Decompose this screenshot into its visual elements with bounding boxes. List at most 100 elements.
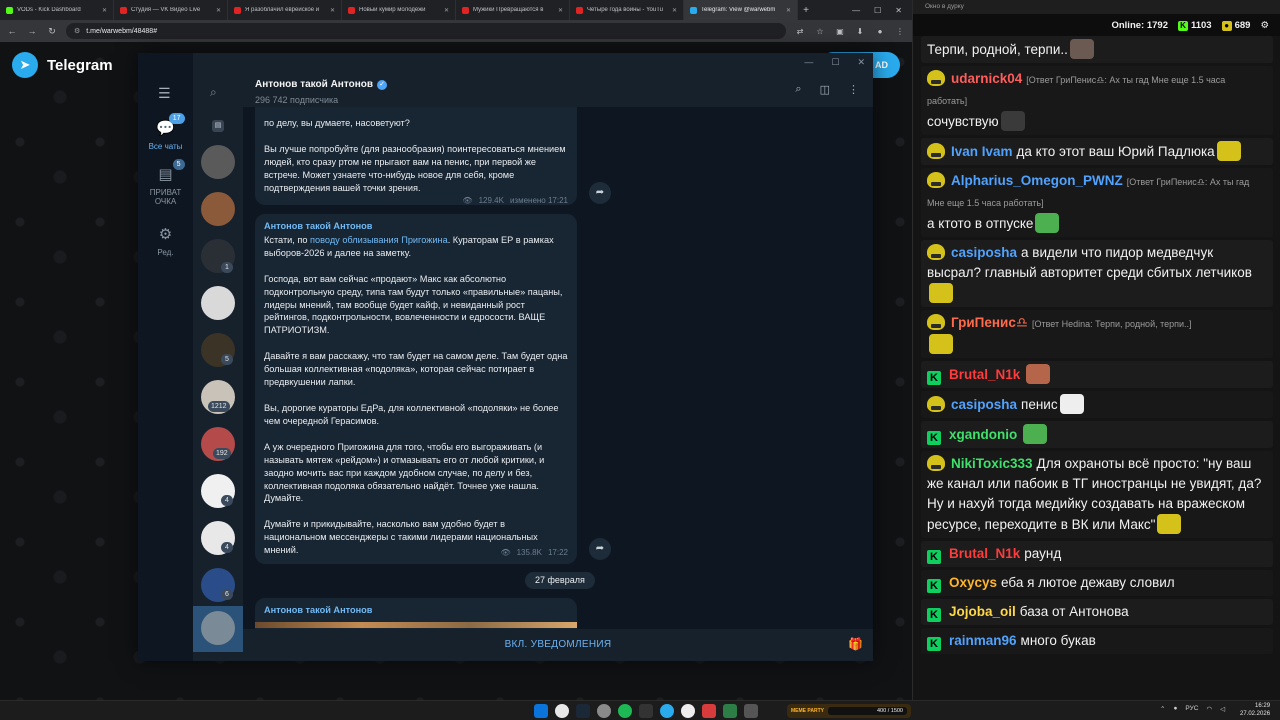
minimize-icon[interactable]: — (804, 57, 813, 68)
chat-username[interactable]: Brutal_N1k (949, 367, 1020, 382)
chat-avatar-selected[interactable] (201, 611, 235, 645)
close-tab-icon[interactable]: ✕ (672, 7, 677, 14)
settings-icon[interactable]: ⚙ (1260, 20, 1269, 31)
site-info-icon[interactable]: ⚙ (74, 27, 80, 35)
volume-icon[interactable]: ◁ (1220, 705, 1225, 713)
close-tab-icon[interactable]: ✕ (786, 7, 791, 14)
folder-all-chats[interactable]: 💬 17 Все чаты (138, 113, 193, 151)
folder-private[interactable]: ▤ 5 ПРИВАТ ОЧКА (138, 159, 193, 206)
chat-username[interactable]: rainman96 (949, 633, 1017, 648)
share-icon[interactable]: ➦ (589, 182, 611, 204)
message-bubble[interactable]: Антонов такой Антонов Кстати, по поводу … (255, 214, 577, 564)
chat-username[interactable]: Brutal_N1k (949, 546, 1020, 561)
browser-tab[interactable]: Мужики Превращаются в ✕ (456, 0, 570, 20)
chat-username[interactable]: casiposha (951, 245, 1017, 260)
wifi-icon[interactable]: ◠ (1206, 705, 1212, 713)
close-tab-icon[interactable]: ✕ (216, 7, 221, 14)
close-tab-icon[interactable]: ✕ (444, 7, 449, 14)
chat-username[interactable]: Oxycys (949, 575, 997, 590)
chat-text: много букав (1020, 633, 1096, 648)
chat-username[interactable]: Alpharius_Omegon_PWNZ (951, 173, 1123, 188)
chat-username[interactable]: ГриПенис♎ (951, 315, 1028, 330)
chat-text: а ктото в отпуске (927, 216, 1034, 231)
clock[interactable]: 16:29 27.02.2026 (1240, 702, 1270, 718)
windows-start-icon[interactable] (534, 704, 548, 718)
search-icon[interactable]: ⌕ (795, 83, 801, 96)
chat-avatar[interactable] (201, 286, 235, 320)
close-tab-icon[interactable]: ✕ (558, 7, 563, 14)
maximize-icon[interactable]: ☐ (831, 57, 839, 68)
chat-message: casiposha пенис (921, 391, 1273, 418)
enable-notifications-button[interactable]: ВКЛ. УВЕДОМЛЕНИЯ (243, 629, 873, 661)
download-icon[interactable]: ⬇ (854, 27, 866, 36)
chat-avatar[interactable] (201, 145, 235, 179)
minimize-icon[interactable]: — (852, 6, 860, 15)
profile-icon[interactable]: ● (874, 27, 886, 36)
message-link[interactable]: поводу облизывания Пригожина (310, 235, 448, 245)
share-icon[interactable]: ➦ (589, 538, 611, 560)
chat-username[interactable]: udarnick04 (951, 71, 1022, 86)
close-tab-icon[interactable]: ✕ (330, 7, 335, 14)
chat-avatar[interactable] (201, 192, 235, 226)
language-indicator[interactable]: РУС (1185, 705, 1198, 713)
chat-username[interactable]: Jojoba_oil (949, 604, 1016, 619)
menu-icon[interactable]: ☰ (158, 85, 171, 102)
back-icon[interactable]: ← (6, 26, 18, 36)
forward-icon[interactable]: → (26, 26, 38, 36)
reply-reference[interactable]: [Ответ Hedina: Терпи, родной, терпи..] (1032, 319, 1192, 329)
app-icon[interactable] (597, 704, 611, 718)
message-text: Господа, вот вам сейчас «продают» Макс к… (264, 273, 563, 336)
chrome-icon[interactable] (555, 704, 569, 718)
spotify-icon[interactable] (618, 704, 632, 718)
message-author[interactable]: Антонов такой Антонов (264, 604, 568, 617)
meme-party-widget: MEME PARTY 400 / 1500 (787, 704, 911, 718)
gift-icon[interactable]: 🎁 (848, 637, 863, 651)
close-icon[interactable]: ✕ (857, 57, 865, 68)
view-count: 135.8K (516, 548, 542, 558)
chat-username[interactable]: NikiToxic333 (951, 456, 1033, 471)
telegram-logo[interactable]: ➤ Telegram (12, 52, 113, 78)
translate-icon[interactable]: ⇄ (794, 27, 806, 36)
search-icon[interactable]: ⌕ (210, 85, 217, 100)
browser-tab[interactable]: Студия — VK Видео Live ✕ (114, 0, 228, 20)
browser-tab[interactable]: Telegram: View @warwebm ✕ (684, 0, 798, 20)
browser-window: VODs - Kick Dashboard ✕ Студия — VK Видео … (0, 0, 912, 700)
new-tab-button[interactable]: + (798, 5, 814, 16)
chat-header[interactable]: Антонов такой Антонов ✓ 296 742 подписчи… (243, 53, 873, 107)
more-options-icon[interactable]: ⋮ (848, 83, 859, 96)
browser-tab[interactable]: Четыре года войны - YouTu ✕ (570, 0, 684, 20)
reload-icon[interactable]: ↻ (46, 26, 58, 37)
app-icon[interactable] (744, 704, 758, 718)
chat-username[interactable]: xgandonio (949, 427, 1017, 442)
archive-icon[interactable]: ▤ (212, 120, 224, 132)
group-icon: ▤ 5 (153, 159, 185, 185)
chat-window-title: Окно в дурку (913, 0, 1280, 14)
browser-tab[interactable]: VODs - Kick Dashboard ✕ (0, 0, 114, 20)
message-image[interactable] (255, 622, 577, 628)
bookmark-star-icon[interactable]: ☆ (814, 27, 826, 36)
browser-tab[interactable]: Я разоблачил еврейское и ✕ (228, 0, 342, 20)
chat-messages: Терпи, родной, терпи.. udarnick04 [Ответ Г… (921, 36, 1273, 698)
chat-username[interactable]: casiposha (951, 397, 1017, 412)
browser-menu-icon[interactable]: ⋮ (894, 27, 906, 36)
tray-app-icon[interactable]: ● (1173, 705, 1177, 713)
tray-chevron-icon[interactable]: ⌃ (1160, 705, 1165, 713)
close-icon[interactable]: ✕ (895, 6, 902, 15)
date-separator: 27 февраля (525, 572, 595, 589)
maximize-icon[interactable]: ☐ (874, 6, 881, 15)
obs-icon[interactable] (681, 704, 695, 718)
telegram-icon[interactable] (660, 704, 674, 718)
close-tab-icon[interactable]: ✕ (102, 7, 107, 14)
app-icon[interactable] (723, 704, 737, 718)
folder-edit[interactable]: ⚙ Ред. (138, 225, 193, 257)
url-field[interactable]: ⚙ t.me/warwebm/48488# (66, 23, 786, 39)
steam-icon[interactable] (576, 704, 590, 718)
chat-username[interactable]: Ivan Ivam (951, 144, 1013, 159)
message-author[interactable]: Антонов такой Антонов (264, 220, 568, 233)
app-icon[interactable] (639, 704, 653, 718)
sidebar-toggle-icon[interactable]: ◫ (820, 83, 830, 96)
app-icon[interactable] (702, 704, 716, 718)
message-bubble[interactable]: по делу, вы думаете, насоветуют? Вы лучш… (255, 107, 577, 205)
browser-tab[interactable]: Новый кумир молодежи ✕ (342, 0, 456, 20)
extension-icon[interactable]: ▣ (834, 27, 846, 36)
